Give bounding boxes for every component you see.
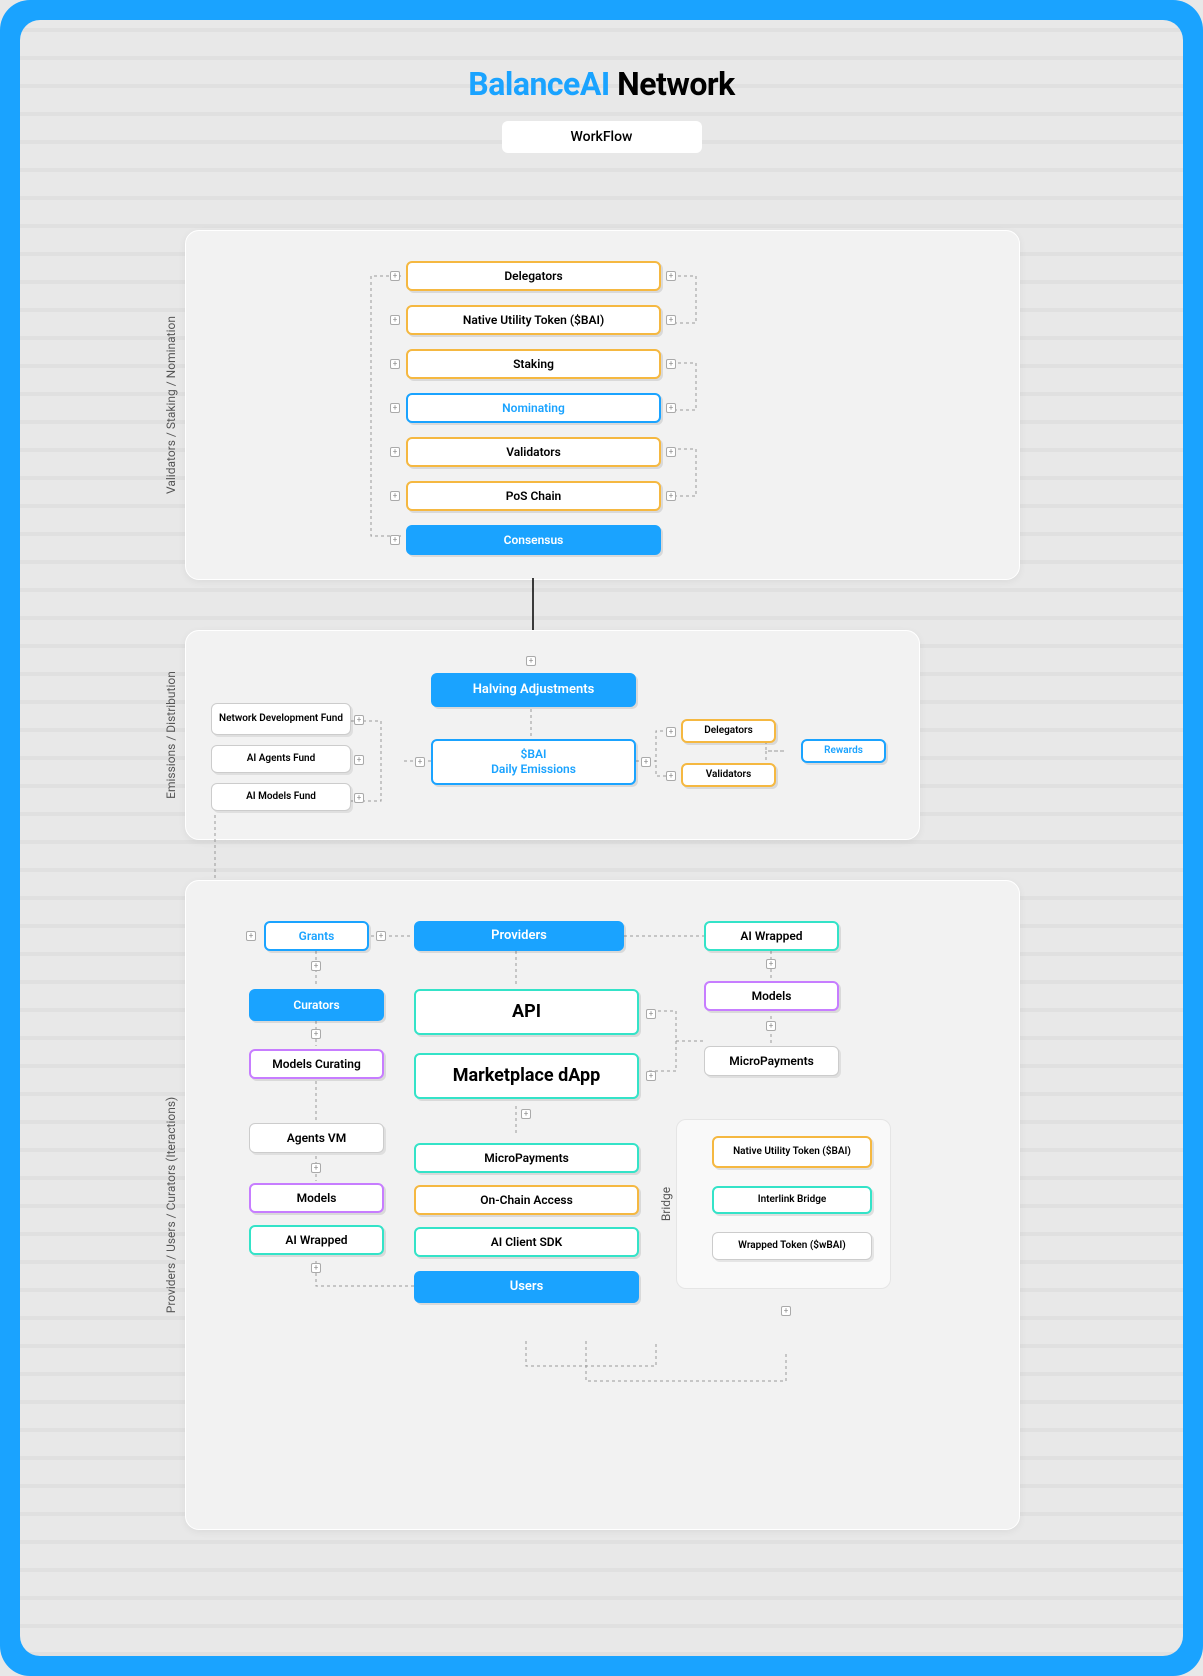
node-bridge-native: Native Utility Token ($BAI) bbox=[712, 1136, 872, 1168]
node-agents-vm: Agents VM bbox=[249, 1123, 384, 1153]
plus-icon bbox=[781, 1306, 791, 1316]
plus-icon bbox=[390, 359, 400, 369]
plus-icon bbox=[641, 757, 651, 767]
plus-icon bbox=[354, 755, 364, 765]
plus-icon bbox=[666, 315, 676, 325]
bridge-vlabel: Bridge bbox=[659, 1187, 673, 1221]
plus-icon bbox=[390, 535, 400, 545]
node-nominating: Nominating bbox=[406, 393, 661, 423]
workflow-label: WorkFlow bbox=[502, 121, 702, 153]
section-validators: Validators / Staking / Nomination Delega… bbox=[185, 230, 1020, 580]
title-rest: Network bbox=[610, 65, 735, 103]
node-grants: Grants bbox=[264, 921, 369, 951]
emissions-text: $BAI Daily Emissions bbox=[491, 747, 576, 777]
node-models-left: Models bbox=[249, 1183, 384, 1213]
plus-icon bbox=[311, 1163, 321, 1173]
plus-icon bbox=[666, 727, 676, 737]
node-client-sdk: AI Client SDK bbox=[414, 1227, 639, 1257]
section3-vlabel: Providers / Users / Curators (Iteraction… bbox=[164, 1097, 178, 1313]
node-delegators-r: Delegators bbox=[681, 719, 776, 743]
plus-icon bbox=[354, 715, 364, 725]
node-delegators: Delegators bbox=[406, 261, 661, 291]
section-providers-users: Providers / Users / Curators (Iteraction… bbox=[185, 880, 1020, 1530]
section1-vlabel: Validators / Staking / Nomination bbox=[164, 316, 178, 494]
section-emissions: Emissions / Distribution Halving Adjustm… bbox=[185, 630, 920, 840]
plus-icon bbox=[390, 447, 400, 457]
node-curators: Curators bbox=[249, 989, 384, 1021]
node-api: API bbox=[414, 989, 639, 1035]
section2-vlabel: Emissions / Distribution bbox=[164, 671, 178, 799]
plus-icon bbox=[311, 961, 321, 971]
plus-icon bbox=[666, 403, 676, 413]
title-accent: BalanceAI bbox=[468, 65, 609, 103]
node-validators-r: Validators bbox=[681, 763, 776, 787]
bridge-panel: Bridge Native Utility Token ($BAI) Inter… bbox=[676, 1119, 891, 1289]
plus-icon bbox=[376, 931, 386, 941]
node-providers: Providers bbox=[414, 921, 624, 951]
plus-icon bbox=[390, 403, 400, 413]
plus-icon bbox=[390, 271, 400, 281]
diagram-canvas: BalanceAI Network WorkFlow Validators / … bbox=[20, 20, 1183, 1656]
plus-icon bbox=[526, 656, 536, 666]
plus-icon bbox=[666, 359, 676, 369]
node-bridge-wrapped: Wrapped Token ($wBAI) bbox=[712, 1232, 872, 1260]
node-staking: Staking bbox=[406, 349, 661, 379]
plus-icon bbox=[666, 771, 676, 781]
plus-icon bbox=[390, 491, 400, 501]
node-bridge-interlink: Interlink Bridge bbox=[712, 1186, 872, 1214]
plus-icon bbox=[666, 447, 676, 457]
node-marketplace: Marketplace dApp bbox=[414, 1053, 639, 1099]
plus-icon bbox=[766, 1021, 776, 1031]
node-ai-wrapped-left: AI Wrapped bbox=[249, 1225, 384, 1255]
plus-icon bbox=[354, 793, 364, 803]
plus-icon bbox=[766, 959, 776, 969]
plus-icon bbox=[666, 271, 676, 281]
plus-icon bbox=[521, 1109, 531, 1119]
node-agents-fund: AI Agents Fund bbox=[211, 745, 351, 773]
node-models-fund: AI Models Fund bbox=[211, 783, 351, 811]
plus-icon bbox=[646, 1071, 656, 1081]
node-pos-chain: PoS Chain bbox=[406, 481, 661, 511]
outer-frame: BalanceAI Network WorkFlow Validators / … bbox=[0, 0, 1203, 1676]
node-models-right: Models bbox=[704, 981, 839, 1011]
node-ai-wrapped-right: AI Wrapped bbox=[704, 921, 839, 951]
node-rewards: Rewards bbox=[801, 739, 886, 763]
plus-icon bbox=[666, 491, 676, 501]
page-title: BalanceAI Network bbox=[20, 20, 1183, 103]
node-consensus: Consensus bbox=[406, 525, 661, 555]
node-micropayments-center: MicroPayments bbox=[414, 1143, 639, 1173]
node-onchain-access: On-Chain Access bbox=[414, 1185, 639, 1215]
node-validators: Validators bbox=[406, 437, 661, 467]
node-native-token: Native Utility Token ($BAI) bbox=[406, 305, 661, 335]
node-halving: Halving Adjustments bbox=[431, 673, 636, 707]
plus-icon bbox=[646, 1009, 656, 1019]
node-net-dev-fund: Network Development Fund bbox=[211, 703, 351, 735]
plus-icon bbox=[311, 1263, 321, 1273]
node-users: Users bbox=[414, 1271, 639, 1303]
node-daily-emissions: $BAI Daily Emissions bbox=[431, 739, 636, 785]
plus-icon bbox=[246, 931, 256, 941]
plus-icon bbox=[311, 1029, 321, 1039]
plus-icon bbox=[415, 757, 425, 767]
node-models-curating: Models Curating bbox=[249, 1049, 384, 1079]
node-micropayments-right: MicroPayments bbox=[704, 1046, 839, 1076]
plus-icon bbox=[390, 315, 400, 325]
